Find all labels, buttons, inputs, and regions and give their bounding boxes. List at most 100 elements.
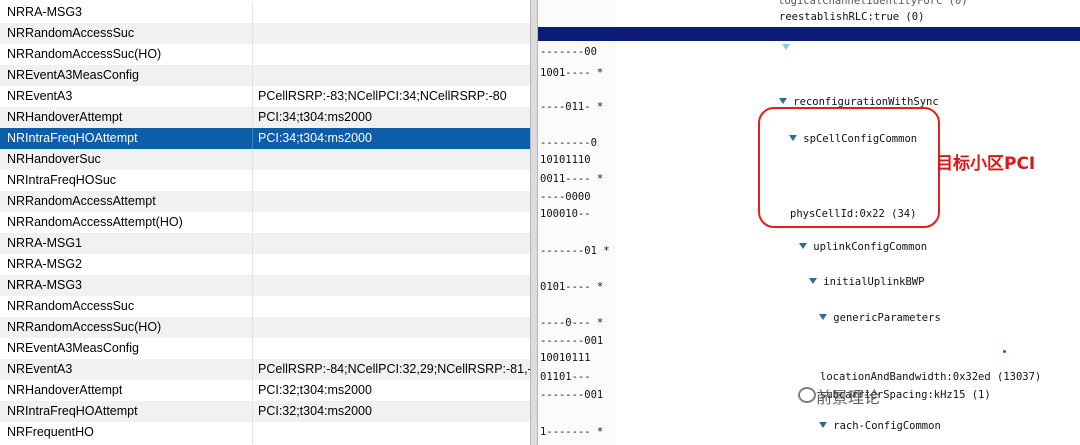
table-row[interactable]: NRRandomAccessSuc(HO) — [0, 317, 530, 338]
message-detail-cell — [253, 233, 530, 254]
message-name-cell: NRRandomAccessSuc(HO) — [0, 44, 253, 65]
message-name-cell: NRRandomAccessSuc — [0, 296, 253, 317]
tree-node-label: rach-ConfigCommon — [833, 420, 941, 432]
message-name-cell: NREventA3MeasConfig — [0, 338, 253, 359]
message-name-cell: NRHandoverAttempt — [0, 380, 253, 401]
pane-splitter-scrollbar[interactable] — [530, 0, 538, 445]
expand-arrow-icon[interactable] — [779, 98, 788, 104]
message-name-cell: NRIntraFreqHOSuc — [0, 170, 253, 191]
message-detail-cell — [253, 212, 530, 233]
message-detail-cell: PCI:32;t304:ms2000 — [258, 404, 372, 418]
bit-pattern-line: ----0000 — [540, 191, 591, 203]
bit-gutter: -------00 1001---- * ----011- * --------0 10… — [538, 0, 616, 445]
expand-arrow-icon[interactable] — [799, 243, 808, 249]
table-row[interactable]: NRIntraFreqHOSuc — [0, 170, 530, 191]
message-name-cell: NRIntraFreqHOAttempt — [0, 128, 253, 149]
table-row[interactable]: NRRandomAccessSuc — [0, 23, 530, 44]
message-detail-cell — [253, 149, 530, 170]
message-detail-cell — [253, 317, 530, 338]
watermark-logo-icon — [798, 387, 816, 403]
message-detail-cell — [253, 338, 530, 359]
table-row[interactable]: NRRA-MSG3 — [0, 275, 530, 296]
bit-pattern-line: 100010-- — [540, 208, 591, 220]
tree-node-reconfiguration-with-sync[interactable]: reconfigurationWithSync — [754, 81, 939, 108]
tree-node-label: initialUplinkBWP — [823, 276, 925, 288]
bit-pattern-line: 0011---- * — [540, 173, 604, 185]
table-row[interactable]: NRRA-MSG3 — [0, 2, 530, 23]
bit-pattern-line: 10010111 — [540, 352, 591, 364]
bit-pattern-line: -------01 * — [540, 245, 610, 257]
message-detail-cell — [253, 44, 530, 65]
table-row[interactable]: NREventA3 PCellRSRP:-83;NCellPCI:34;NCell… — [0, 86, 530, 107]
bit-pattern-line: ----0--- * — [540, 317, 604, 329]
table-row[interactable]: NRRandomAccessAttempt — [0, 191, 530, 212]
bit-pattern-line: 1------- * — [540, 426, 604, 438]
expand-arrow-icon[interactable] — [781, 44, 790, 50]
message-name-cell: NRHandoverAttempt — [0, 107, 253, 128]
tree-node-genericparameters[interactable]: genericParameters — [794, 297, 941, 324]
expand-arrow-icon[interactable] — [819, 422, 828, 428]
table-row[interactable]: NRIntraFreqHOAttempt PCI:32;t304:ms2000 — [0, 401, 530, 422]
bit-pattern-line: --------0 — [540, 137, 597, 149]
message-detail-cell — [253, 2, 530, 23]
message-detail-cell — [253, 422, 530, 443]
pci-highlight-box — [758, 107, 940, 228]
table-row[interactable]: NREventA3MeasConfig — [0, 65, 530, 86]
table-row[interactable]: NREventA3 PCellRSRP:-84;NCellPCI:32,29;NC… — [0, 359, 530, 380]
message-name-cell: NRHandoverSuc — [0, 149, 253, 170]
message-name-cell: NRRandomAccessAttempt — [0, 191, 253, 212]
table-row[interactable]: NRHandoverSuc — [0, 149, 530, 170]
message-name-cell: NRRA-MSG3 — [0, 275, 253, 296]
tree-node-initialuplinkbwp[interactable]: initialUplinkBWP — [784, 261, 924, 288]
target-cell-pci-annotation: 目标小区PCI — [936, 154, 1036, 174]
message-detail-cell — [253, 23, 530, 44]
message-detail-cell — [253, 296, 530, 317]
message-detail-cell: PCellRSRP:-84;NCellPCI:32,29;NCellRSRP:-… — [258, 362, 530, 376]
table-row[interactable]: NRHandoverAttempt PCI:34;t304:ms2000 — [0, 107, 530, 128]
tree-node-label: spCellConfig — [795, 42, 872, 54]
message-detail-cell — [253, 254, 530, 275]
table-row[interactable]: NRFrequentHO — [0, 422, 530, 443]
message-detail-cell: PCI:34;t304:ms2000 — [258, 110, 372, 124]
message-list-pane: NRRA-MSG3 NRRandomAccessSuc NRRandomAccess… — [0, 0, 530, 445]
bit-pattern-line: 1001---- * — [540, 67, 604, 79]
table-row[interactable]: NREventA3MeasConfig — [0, 338, 530, 359]
bit-pattern-line: -------001 — [540, 389, 604, 401]
table-row[interactable]: NRRandomAccessSuc(HO) — [0, 44, 530, 65]
message-name-cell: NRRandomAccessAttempt(HO) — [0, 212, 253, 233]
table-row[interactable]: NRRandomAccessAttempt(HO) — [0, 212, 530, 233]
message-detail-cell: PCI:32;t304:ms2000 — [258, 383, 372, 397]
message-detail-cell — [253, 191, 530, 212]
selected-tree-row[interactable]: spCellConfig — [538, 27, 1080, 54]
table-row[interactable]: NRRA-MSG2 — [0, 254, 530, 275]
bit-pattern-line: ----011- * — [540, 101, 604, 113]
tree-node-spcellconfig[interactable]: spCellConfig — [744, 27, 872, 54]
tree-node-label: genericParameters — [833, 312, 941, 324]
tree-node-uplinkconfigcommon[interactable]: uplinkConfigCommon — [774, 226, 927, 253]
bit-pattern-line: 10101110 — [540, 154, 591, 166]
message-detail-cell — [253, 65, 530, 86]
red-dot-mark — [1003, 350, 1006, 353]
message-name-cell: NRRandomAccessSuc — [0, 23, 253, 44]
table-row[interactable]: NRRandomAccessSuc — [0, 296, 530, 317]
bit-pattern-line: 0101---- * — [540, 281, 604, 293]
message-detail-cell — [253, 275, 530, 296]
table-row[interactable]: NRHandoverAttempt PCI:32;t304:ms2000 — [0, 380, 530, 401]
message-name-cell: NRIntraFreqHOAttempt — [0, 401, 253, 422]
message-detail-cell: PCI:34;t304:ms2000 — [258, 131, 372, 145]
message-name-cell: NRRandomAccessSuc(HO) — [0, 317, 253, 338]
message-name-cell: NREventA3 — [0, 86, 253, 107]
message-name-cell: NRFrequentHO — [0, 422, 253, 443]
message-name-cell: NRRA-MSG1 — [0, 233, 253, 254]
bit-pattern-line: -------001 — [540, 335, 604, 347]
table-row[interactable]: NRRA-MSG1 — [0, 233, 530, 254]
tree-node-locationandbandwidth[interactable]: locationAndBandwidth:0x32ed (13037) — [820, 370, 1041, 384]
watermark-text: 前景理论 — [816, 388, 881, 407]
table-row-selected[interactable]: NRIntraFreqHOAttempt PCI:34;t304:ms2000 — [0, 128, 530, 149]
expand-arrow-icon[interactable] — [809, 278, 818, 284]
message-name-cell: NREventA3 — [0, 359, 253, 380]
tree-node-label: uplinkConfigCommon — [813, 241, 928, 253]
message-name-cell: NRRA-MSG3 — [0, 2, 253, 23]
expand-arrow-icon[interactable] — [819, 314, 828, 320]
tree-node-reestablish-rlc[interactable]: reestablishRLC:true (0) — [779, 10, 924, 24]
